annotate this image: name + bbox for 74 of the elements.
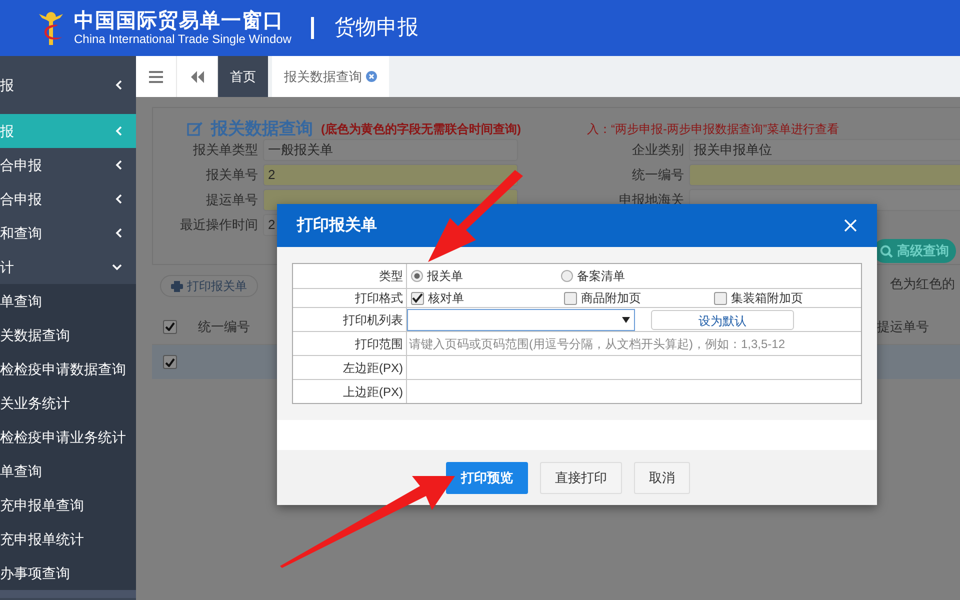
sidebar-item[interactable]: 计: [0, 250, 136, 284]
checkbox-option[interactable]: 核对单: [411, 289, 464, 307]
text-field[interactable]: 2: [263, 164, 518, 186]
site-subtitle: China International Trade Single Window: [74, 32, 292, 46]
search-icon: [880, 244, 893, 258]
sidebar-item[interactable]: 合申报: [0, 148, 136, 182]
chevron-left-icon: [115, 160, 122, 170]
menu-icon: [149, 70, 163, 82]
dialog-title: 打印报关单: [297, 215, 377, 236]
dialog-button[interactable]: 直接打印: [540, 462, 622, 494]
chevron-left-icon: [115, 80, 122, 90]
field-label: 报关单类型: [193, 140, 258, 159]
option-label: 打印机列表: [343, 312, 403, 328]
menu-button[interactable]: [136, 56, 177, 97]
text-input[interactable]: 请键入页码或页码范围(用逗号分隔，从文档开头算起)，例如：1,3,5-12: [407, 332, 847, 355]
field-label: 企业类别: [632, 140, 684, 159]
chevron-left-icon: [115, 126, 122, 136]
submenu-item[interactable]: 关数据查询: [0, 324, 70, 346]
emblem-icon: [36, 9, 66, 47]
hint-text: (底色为黄色的字段无需联合时间查询): [321, 120, 521, 138]
submenu-item[interactable]: 单查询: [0, 460, 42, 482]
hint-text: 入：“两步申报-两步申报数据查询”菜单进行查看: [587, 120, 839, 138]
field-label: 提运单号: [206, 190, 258, 209]
tab[interactable]: 首页: [218, 56, 268, 97]
checkbox[interactable]: [163, 355, 177, 369]
option-label: 打印范围: [355, 336, 403, 352]
set-default-button[interactable]: 设为默认: [651, 310, 794, 330]
radio-option[interactable]: 报关单: [411, 267, 463, 285]
field-label: 统一编号: [632, 166, 684, 184]
column-header: 提运单号: [877, 318, 929, 336]
caret-icon: [622, 316, 630, 322]
tab[interactable]: 报关数据查询: [272, 56, 389, 97]
panel-title: 报关数据查询: [211, 118, 313, 140]
submenu-item[interactable]: 单查询: [0, 290, 42, 312]
submenu-item[interactable]: 检检疫申请业务统计: [0, 426, 126, 448]
submenu-item[interactable]: 充申报单统计: [0, 528, 84, 550]
option-label: 左边距(PX): [343, 360, 403, 376]
printer-select[interactable]: [407, 308, 635, 330]
checkbox-option[interactable]: 集装箱附加页: [714, 289, 803, 307]
hint-text: 色为红色的: [890, 275, 955, 293]
chevron-left-icon: [115, 194, 122, 204]
submenu-item[interactable]: 充申报单查询: [0, 494, 84, 516]
sidebar-item[interactable]: 报: [0, 68, 136, 102]
check-icon: [165, 322, 175, 331]
radio-option[interactable]: 备案清单: [561, 267, 625, 285]
scroll-left-button[interactable]: [177, 56, 218, 97]
dialog-button[interactable]: 打印预览: [446, 462, 528, 494]
sidebar-item[interactable]: 合申报: [0, 182, 136, 216]
option-label: 类型: [379, 268, 403, 285]
submenu-item[interactable]: 检检疫申请数据查询: [0, 358, 126, 380]
check-icon: [165, 358, 175, 366]
option-label: 上边距(PX): [343, 384, 403, 400]
submenu-item[interactable]: 办事项查询: [0, 562, 70, 584]
text-field[interactable]: [689, 164, 960, 186]
column-header: 统一编号: [198, 318, 250, 336]
chevron-left-icon: [115, 228, 122, 238]
module-title: 货物申报: [311, 17, 418, 39]
text-field[interactable]: 一般报关单: [263, 138, 518, 160]
chevron-down-icon: [112, 264, 122, 270]
sidebar-item[interactable]: 和查询: [0, 216, 136, 250]
site-title: 中国国际贸易单一窗口: [74, 10, 285, 32]
submenu-item[interactable]: 关业务统计: [0, 392, 70, 414]
text-field[interactable]: 报关申报单位: [689, 138, 960, 160]
field-label: 报关单号: [206, 166, 258, 184]
check-icon: [412, 293, 423, 303]
field-label: 最近操作时间: [180, 216, 258, 234]
close-icon[interactable]: [366, 71, 377, 82]
dialog-button[interactable]: 取消: [634, 462, 690, 494]
double-arrow-left-icon: [190, 70, 204, 82]
checkbox[interactable]: [163, 320, 177, 334]
edit-icon: [187, 121, 203, 136]
close-icon[interactable]: [844, 219, 857, 232]
option-label: 打印格式: [355, 290, 403, 307]
checkbox-option[interactable]: 商品附加页: [564, 289, 641, 307]
